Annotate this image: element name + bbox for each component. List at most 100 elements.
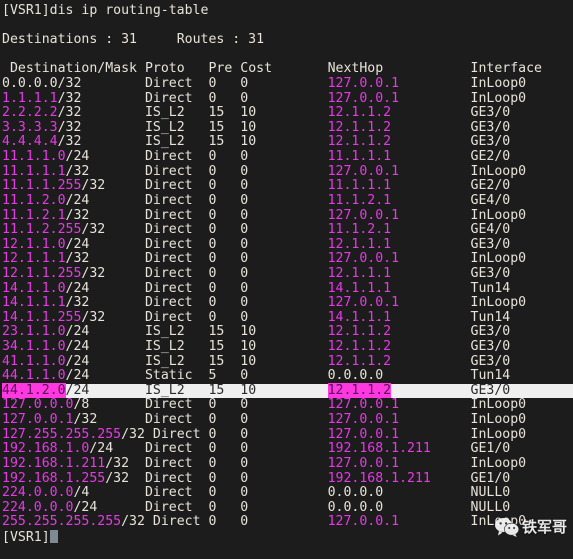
cell-proto: Direct [144, 412, 193, 428]
table-row[interactable]: 1.1.1.1/32 Direct 0 0 127.0.0.1 InLoop0 [2, 90, 573, 107]
cell-interface: GE2/0 [470, 149, 511, 165]
cell-interface: Tun14 [470, 280, 511, 296]
cell-destination-mask: /32 [105, 470, 130, 486]
cell-pre: 0 [208, 76, 217, 92]
cell-pre: 0 [208, 412, 217, 428]
cell-proto: IS_L2 [144, 324, 185, 340]
cell-pre: 0 [208, 295, 217, 311]
cell-pre: 0 [208, 455, 217, 471]
cell-interface: InLoop0 [470, 295, 527, 311]
cell-pre: 15 [208, 382, 225, 398]
table-row[interactable]: 127.0.0.0/8 Direct 0 0 127.0.0.1 InLoop0 [2, 398, 573, 413]
table-row[interactable]: 41.1.1.0/24 IS_L2 15 10 12.1.1.2 GE3/0 [2, 354, 573, 370]
command-text: dis ip routing-table [49, 3, 209, 18]
table-row[interactable]: 11.1.2.0/24 Direct 0 0 11.1.2.1 GE4/0 [2, 192, 573, 209]
cell-destination-mask: /24 [73, 499, 98, 515]
table-row[interactable]: 255.255.255.255/32 Direct 0 0 127.0.0.1 … [2, 515, 573, 530]
cell-cost: 0 [240, 163, 249, 179]
cell-destination-ip: 1.1.1.1 [2, 90, 58, 106]
table-row[interactable]: 11.1.1.1/32 Direct 0 0 127.0.0.1 InLoop0 [2, 163, 573, 180]
cell-destination-mask: /32 [65, 251, 90, 267]
table-row[interactable]: 44.1.1.0/24 Static 5 0 0.0.0.0 Tun14 [2, 368, 573, 384]
cell-proto: IS_L2 [144, 134, 185, 150]
table-row[interactable]: 224.0.0.0/24 Direct 0 0 0.0.0.0 NULL0 [2, 499, 573, 516]
cell-interface: GE3/0 [470, 119, 511, 135]
table-row[interactable]: 11.1.2.1/32 Direct 0 0 127.0.0.1 InLoop0 [2, 207, 573, 224]
table-row[interactable]: 4.4.4.4/32 IS_L2 15 10 12.1.1.2 GE3/0 [2, 135, 573, 150]
cell-destination-ip: 224.0.0.0 [2, 485, 74, 501]
cell-destination-ip: 23.1.1.0 [2, 324, 66, 340]
col-header-pre: Pre [208, 61, 233, 77]
table-row[interactable]: 23.1.1.0/24 IS_L2 15 10 12.1.1.2 GE3/0 [2, 325, 573, 340]
table-row[interactable]: 192.168.1.0/24 Direct 0 0 192.168.1.211 … [2, 441, 573, 457]
table-row[interactable]: 127.0.0.1/32 Direct 0 0 127.0.0.1 InLoop… [2, 412, 573, 428]
cell-cost: 0 [240, 251, 249, 267]
cell-proto: Direct [144, 149, 193, 165]
cell-cost: 0 [240, 485, 249, 501]
cell-destination-mask: /32 [65, 207, 90, 223]
cell-cost: 10 [240, 105, 257, 121]
cell-destination-mask: /24 [65, 368, 90, 384]
cell-nexthop: 11.1.2.1 [327, 222, 392, 238]
text-cursor [49, 529, 59, 543]
table-row[interactable]: 3.3.3.3/32 IS_L2 15 10 12.1.1.2 GE3/0 [2, 119, 573, 136]
cell-destination-mask: /32 [57, 90, 82, 106]
table-row[interactable]: 224.0.0.0/4 Direct 0 0 0.0.0.0 NULL0 [2, 485, 573, 501]
table-row[interactable]: 11.1.1.0/24 Direct 0 0 11.1.1.1 GE2/0 [2, 149, 573, 165]
command-line: [VSR1]dis ip routing-table [2, 3, 573, 19]
cell-destination-mask: /32 [121, 514, 145, 530]
col-header-interface: Interface [470, 61, 542, 77]
table-row[interactable]: 14.1.1.0/24 Direct 0 0 14.1.1.1 Tun14 [2, 280, 573, 297]
table-row[interactable]: 2.2.2.2/32 IS_L2 15 10 12.1.1.2 GE3/0 [2, 105, 573, 121]
table-row[interactable]: 12.1.1.0/24 Direct 0 0 12.1.1.1 GE3/0 [2, 236, 573, 253]
cell-cost: 10 [240, 119, 257, 135]
cell-proto: IS_L2 [144, 382, 185, 398]
table-row[interactable]: 44.1.2.0/24 IS_L2 15 10 12.1.1.2 GE3/0 [2, 382, 573, 399]
cell-proto: Direct [144, 485, 193, 501]
cell-destination-ip: 14.1.1.255 [2, 309, 82, 325]
destinations-label: Destinations : 31 [2, 32, 137, 48]
cell-pre: 15 [208, 339, 225, 355]
cell-cost: 0 [240, 412, 249, 428]
cell-pre: 15 [208, 105, 225, 121]
cell-proto: Direct [144, 441, 193, 457]
cell-destination-mask: /32 [81, 265, 106, 281]
table-row[interactable]: 34.1.1.0/24 IS_L2 15 10 12.1.1.2 GE3/0 [2, 339, 573, 355]
cell-interface: InLoop0 [470, 455, 527, 471]
cell-interface: GE4/0 [470, 192, 511, 208]
cell-proto: Direct [144, 178, 193, 194]
cell-destination-mask: /24 [65, 382, 90, 398]
table-row[interactable]: 14.1.1.255/32 Direct 0 0 14.1.1.1 Tun14 [2, 309, 573, 326]
table-row[interactable]: 14.1.1.1/32 Direct 0 0 127.0.0.1 InLoop0 [2, 295, 573, 311]
table-row[interactable]: 12.1.1.255/32 Direct 0 0 12.1.1.1 GE3/0 [2, 265, 573, 282]
cell-interface: Tun14 [470, 368, 511, 384]
cell-pre: 0 [208, 397, 217, 413]
cell-interface: InLoop0 [470, 514, 527, 530]
cell-cost: 10 [240, 382, 257, 398]
terminal-window[interactable]: [VSR1]dis ip routing-table Destinations … [0, 0, 573, 559]
cell-cost: 0 [240, 265, 249, 281]
cell-nexthop: 12.1.1.1 [327, 236, 392, 252]
cell-proto: Direct [144, 309, 193, 325]
cell-destination-mask: /24 [65, 324, 90, 340]
table-row[interactable]: 192.168.1.255/32 Direct 0 0 192.168.1.21… [2, 470, 573, 487]
cell-interface: GE4/0 [470, 222, 511, 238]
cell-cost: 0 [240, 192, 249, 208]
cell-nexthop: 11.1.2.1 [327, 192, 392, 208]
table-row[interactable]: 0.0.0.0/32 Direct 0 0 127.0.0.1 InLoop0 [2, 76, 573, 92]
cell-pre: 0 [208, 207, 217, 223]
cell-nexthop: 0.0.0.0 [327, 485, 384, 501]
table-row[interactable]: 12.1.1.1/32 Direct 0 0 127.0.0.1 InLoop0 [2, 252, 573, 267]
summary-line: Destinations : 31 Routes : 31 [2, 32, 573, 48]
table-header-row: Destination/Mask Proto Pre Cost NextHop … [2, 62, 573, 77]
cell-proto: Direct [152, 514, 201, 530]
table-row[interactable]: 192.168.1.211/32 Direct 0 0 127.0.0.1 In… [2, 455, 573, 472]
cell-destination-mask: /32 [57, 134, 82, 150]
cell-destination-ip: 11.1.1.1 [2, 163, 66, 179]
table-row[interactable]: 11.1.2.255/32 Direct 0 0 11.1.2.1 GE4/0 [2, 222, 573, 238]
cell-pre: 0 [208, 309, 217, 325]
col-header-nexthop: NextHop [327, 61, 384, 77]
table-row[interactable]: 11.1.1.255/32 Direct 0 0 11.1.1.1 GE2/0 [2, 179, 573, 194]
cell-pre: 0 [208, 485, 217, 501]
table-row[interactable]: 127.255.255.255/32 Direct 0 0 127.0.0.1 … [2, 427, 573, 443]
